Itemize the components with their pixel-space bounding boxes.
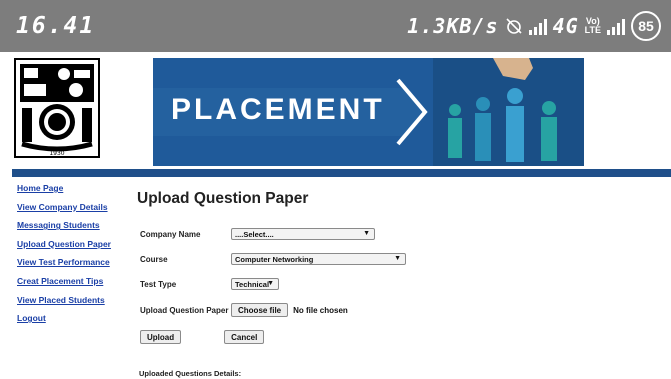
- sidebar-item-logout[interactable]: Logout: [17, 313, 127, 332]
- cancel-button[interactable]: Cancel: [224, 330, 265, 344]
- upload-row: Upload Question Paper Choose file No fil…: [140, 302, 348, 318]
- placement-banner: PLACEMENT: [153, 58, 584, 166]
- volte-bottom: LTE: [584, 25, 601, 35]
- actions-row: Upload Cancel: [140, 329, 265, 345]
- sidebar-item-messaging-students[interactable]: Messaging Students: [17, 220, 127, 239]
- sidebar-item-upload-question-paper[interactable]: Upload Question Paper: [17, 239, 127, 258]
- test-type-select-value: Technical: [235, 279, 270, 289]
- choose-file-button[interactable]: Choose file: [231, 303, 289, 317]
- sidebar-item-view-placed-students[interactable]: View Placed Students: [17, 295, 127, 314]
- status-bar: 16.41 1.3KB/s 4G Vo) LTE 85: [0, 0, 671, 52]
- company-select[interactable]: ....Select.... ▼: [231, 228, 375, 240]
- college-logo: 1930: [14, 58, 100, 158]
- upload-label: Upload Question Paper: [140, 305, 229, 315]
- chevron-down-icon: ▼: [394, 255, 401, 262]
- header-divider: [12, 169, 671, 177]
- network-speed: 1.3KB/s: [407, 14, 499, 38]
- uploaded-details-heading: Uploaded Questions Details:: [139, 369, 242, 378]
- alarm-off-icon: [505, 18, 522, 34]
- test-type-label: Test Type: [140, 279, 177, 289]
- clock: 16.41: [16, 13, 96, 39]
- chevron-down-icon: ▼: [267, 280, 274, 287]
- course-select-value: Computer Networking: [235, 254, 314, 264]
- logo-year: 1930: [49, 150, 64, 157]
- test-type-row: Test Type Technical ▼: [140, 276, 279, 292]
- signal-strength-2-icon: [607, 17, 625, 35]
- sidebar-item-view-test-performance[interactable]: View Test Performance: [17, 257, 127, 276]
- battery-level: 85: [638, 18, 654, 34]
- sidebar-item-view-company-details[interactable]: View Company Details: [17, 202, 127, 221]
- company-label: Company Name: [140, 229, 201, 239]
- status-icons: 1.3KB/s 4G Vo) LTE 85: [407, 10, 661, 42]
- upload-button[interactable]: Upload: [140, 330, 182, 344]
- course-select[interactable]: Computer Networking ▼: [231, 253, 406, 265]
- banner-title: PLACEMENT: [171, 93, 385, 126]
- chevron-down-icon: ▼: [363, 230, 370, 237]
- battery-icon: 85: [631, 11, 661, 41]
- sidebar-item-create-placement-tips[interactable]: Creat Placement Tips: [17, 276, 127, 295]
- company-select-value: ....Select....: [235, 229, 274, 239]
- sidebar-nav: Home Page View Company Details Messaging…: [17, 183, 127, 332]
- signal-strength-icon: [528, 17, 547, 35]
- test-type-select[interactable]: Technical ▼: [231, 278, 279, 290]
- volte-icon: Vo) LTE: [585, 17, 601, 35]
- network-type: 4G: [552, 14, 579, 38]
- course-label: Course: [140, 254, 168, 264]
- file-status: No file chosen: [293, 305, 348, 315]
- company-row: Company Name ....Select.... ▼: [140, 226, 375, 242]
- course-row: Course Computer Networking ▼: [140, 251, 406, 267]
- page-title: Upload Question Paper: [137, 190, 309, 207]
- sidebar-item-home[interactable]: Home Page: [17, 183, 127, 202]
